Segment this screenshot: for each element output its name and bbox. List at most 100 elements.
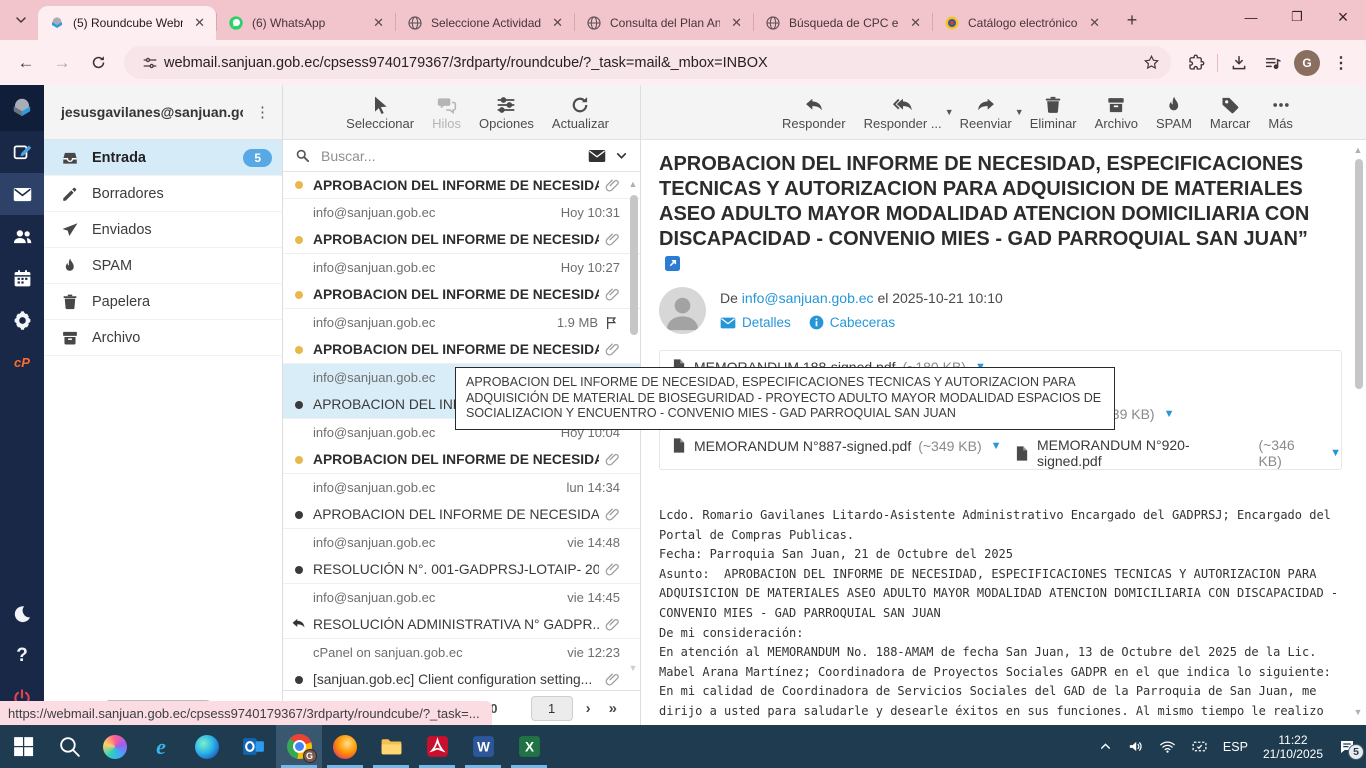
toolbar-button-hilos[interactable]: Hilos	[423, 94, 470, 131]
attachment-menu-caret-icon[interactable]: ▼	[1164, 408, 1175, 420]
cpanel-button[interactable]: cP	[0, 341, 44, 383]
message-list-item-4[interactable]: info@sanjuan.gob.ec1.9 MBAPROBACION DEL …	[283, 309, 640, 364]
flag-icon[interactable]	[604, 315, 620, 331]
contacts-button[interactable]	[0, 215, 44, 257]
message-list-item-9[interactable]: info@sanjuan.gob.ecvie 14:45RESOLUCIÓN A…	[283, 584, 640, 639]
attachment-item-4[interactable]: MEMORANDUM N°920-signed.pdf(~346 KB)▼	[1013, 437, 1341, 469]
tab-close-icon[interactable]: ✕	[191, 15, 208, 31]
tab-close-icon[interactable]: ✕	[728, 15, 745, 31]
taskbar-app-firefox[interactable]	[322, 725, 368, 768]
message-list-item-10[interactable]: cPanel on sanjuan.gob.ecvie 12:23[sanjua…	[283, 639, 640, 690]
taskbar-app-search[interactable]	[46, 725, 92, 768]
dark-mode-button[interactable]	[0, 593, 44, 635]
toolbar-button-eliminar[interactable]: Eliminar	[1021, 94, 1086, 131]
wifi-icon[interactable]	[1159, 738, 1176, 755]
clock[interactable]: 11:22 21/10/2025	[1263, 733, 1323, 761]
list-scrollbar-up-icon[interactable]: ▲	[628, 179, 638, 189]
attachment-menu-caret-icon[interactable]: ▼	[1330, 447, 1341, 459]
tab-close-icon[interactable]: ✕	[549, 15, 566, 31]
compose-button[interactable]	[0, 131, 44, 173]
message-status-dot[interactable]	[295, 291, 303, 299]
browser-tab-4[interactable]: Consulta del Plan An✕	[575, 6, 753, 40]
folder-item-spam[interactable]: SPAM	[44, 248, 282, 284]
volume-icon[interactable]	[1127, 738, 1144, 755]
folder-item-entrada[interactable]: Entrada5	[44, 140, 282, 176]
toolbar-button-actualizar[interactable]: Actualizar	[543, 94, 618, 131]
browser-tab-1[interactable]: (5) Roundcube Webm✕	[38, 6, 216, 40]
headers-link[interactable]: Cabeceras	[809, 315, 895, 330]
account-email[interactable]: jesusgavilanes@sanjuan.gob....	[44, 104, 243, 120]
page-number-box[interactable]: 1	[531, 696, 573, 721]
message-status-dot[interactable]	[295, 181, 303, 189]
details-link[interactable]: Detalles	[720, 315, 791, 330]
tray-chevron-up-icon[interactable]	[1099, 740, 1112, 753]
taskbar-app-excel[interactable]: X	[506, 725, 552, 768]
toolbar-button-reenviar[interactable]: Reenviar▼	[951, 94, 1021, 131]
taskbar-app-ie[interactable]: e	[138, 725, 184, 768]
taskbar-app-acrobat[interactable]	[414, 725, 460, 768]
back-button[interactable]: ←	[11, 48, 41, 78]
toolbar-button-archivo[interactable]: Archivo	[1086, 94, 1147, 131]
message-list-item-2[interactable]: info@sanjuan.gob.ecHoy 10:31APROBACION D…	[283, 199, 640, 254]
message-status-dot[interactable]	[295, 401, 303, 409]
settings-button[interactable]	[0, 299, 44, 341]
bookmark-star-icon[interactable]	[1137, 49, 1165, 77]
address-bar[interactable]: webmail.sanjuan.gob.ec/cpsess9740179367/…	[124, 46, 1171, 79]
read-scrollbar-thumb[interactable]	[1355, 159, 1363, 389]
site-settings-tune-icon[interactable]	[136, 49, 164, 77]
read-scrollbar-down-icon[interactable]: ▼	[1353, 707, 1363, 717]
downloads-icon[interactable]	[1224, 48, 1254, 78]
message-status-dot[interactable]	[295, 456, 303, 464]
browser-tab-2[interactable]: (6) WhatsApp✕	[217, 6, 395, 40]
message-status-dot[interactable]	[295, 511, 303, 519]
media-playlist-icon[interactable]	[1258, 48, 1288, 78]
toolbar-button-responder[interactable]: Responder ...▼	[855, 94, 951, 131]
browser-menu-kebab-icon[interactable]: ⋮	[1326, 48, 1356, 78]
sender-email-link[interactable]: info@sanjuan.gob.ec	[742, 290, 874, 306]
mail-button[interactable]	[0, 173, 44, 215]
search-input[interactable]	[319, 147, 579, 165]
message-list-item-8[interactable]: info@sanjuan.gob.ecvie 14:48RESOLUCIÓN N…	[283, 529, 640, 584]
toolbar-button-m-s[interactable]: Más	[1259, 94, 1302, 131]
window-maximize-button[interactable]: ❐	[1274, 0, 1320, 34]
tab-close-icon[interactable]: ✕	[907, 15, 924, 31]
next-page-button[interactable]: ›	[577, 700, 600, 717]
calendar-button[interactable]	[0, 257, 44, 299]
help-button[interactable]: ?	[0, 635, 44, 677]
browser-tab-5[interactable]: Búsqueda de CPC en✕	[754, 6, 932, 40]
browser-tab-3[interactable]: Seleccione Actividad✕	[396, 6, 574, 40]
browser-tab-6[interactable]: Catálogo electrónico✕	[933, 6, 1111, 40]
message-list-item-3[interactable]: info@sanjuan.gob.ecHoy 10:27APROBACION D…	[283, 254, 640, 309]
new-tab-button[interactable]: +	[1119, 7, 1145, 33]
toolbar-button-marcar[interactable]: Marcar	[1201, 94, 1259, 131]
message-status-dot[interactable]	[295, 676, 303, 684]
toolbar-button-seleccionar[interactable]: Seleccionar	[337, 94, 423, 131]
folder-item-papelera[interactable]: Papelera	[44, 284, 282, 320]
account-menu-kebab-icon[interactable]: ⋮	[243, 103, 282, 121]
message-status-dot[interactable]	[295, 346, 303, 354]
profile-avatar[interactable]: G	[1294, 50, 1320, 76]
window-minimize-button[interactable]: —	[1228, 0, 1274, 34]
taskbar-app-word[interactable]: W	[460, 725, 506, 768]
url-text[interactable]: webmail.sanjuan.gob.ec/cpsess9740179367/…	[164, 55, 1137, 71]
taskbar-app-outlook[interactable]	[230, 725, 276, 768]
tab-search-chevron-icon[interactable]	[8, 7, 34, 33]
open-in-new-window-icon[interactable]	[665, 256, 680, 271]
attachment-item-3[interactable]: MEMORANDUM N°887-signed.pdf(~349 KB)▼	[670, 437, 1002, 454]
window-close-button[interactable]: ×	[1320, 0, 1366, 34]
folder-item-enviados[interactable]: Enviados	[44, 212, 282, 248]
last-page-button[interactable]: »	[600, 700, 626, 717]
search-options-chevron-icon[interactable]	[615, 149, 628, 162]
list-scrollbar-thumb[interactable]	[630, 195, 638, 335]
notification-center-icon[interactable]: 5	[1338, 738, 1356, 756]
taskbar-app-start[interactable]	[0, 725, 46, 768]
side-panel-extensions-icon[interactable]	[1181, 48, 1211, 78]
taskbar-app-copilot[interactable]	[92, 725, 138, 768]
search-scope-mail-icon[interactable]	[588, 149, 606, 163]
toolbar-button-spam[interactable]: SPAM	[1147, 94, 1201, 131]
message-list-item-1[interactable]: APROBACION DEL INFORME DE NECESIDA...	[283, 172, 640, 199]
message-list-item-7[interactable]: info@sanjuan.gob.eclun 14:34APROBACION D…	[283, 474, 640, 529]
toolbar-button-responder[interactable]: Responder	[773, 94, 855, 131]
folder-item-archivo[interactable]: Archivo	[44, 320, 282, 356]
forward-button[interactable]: →	[47, 48, 77, 78]
